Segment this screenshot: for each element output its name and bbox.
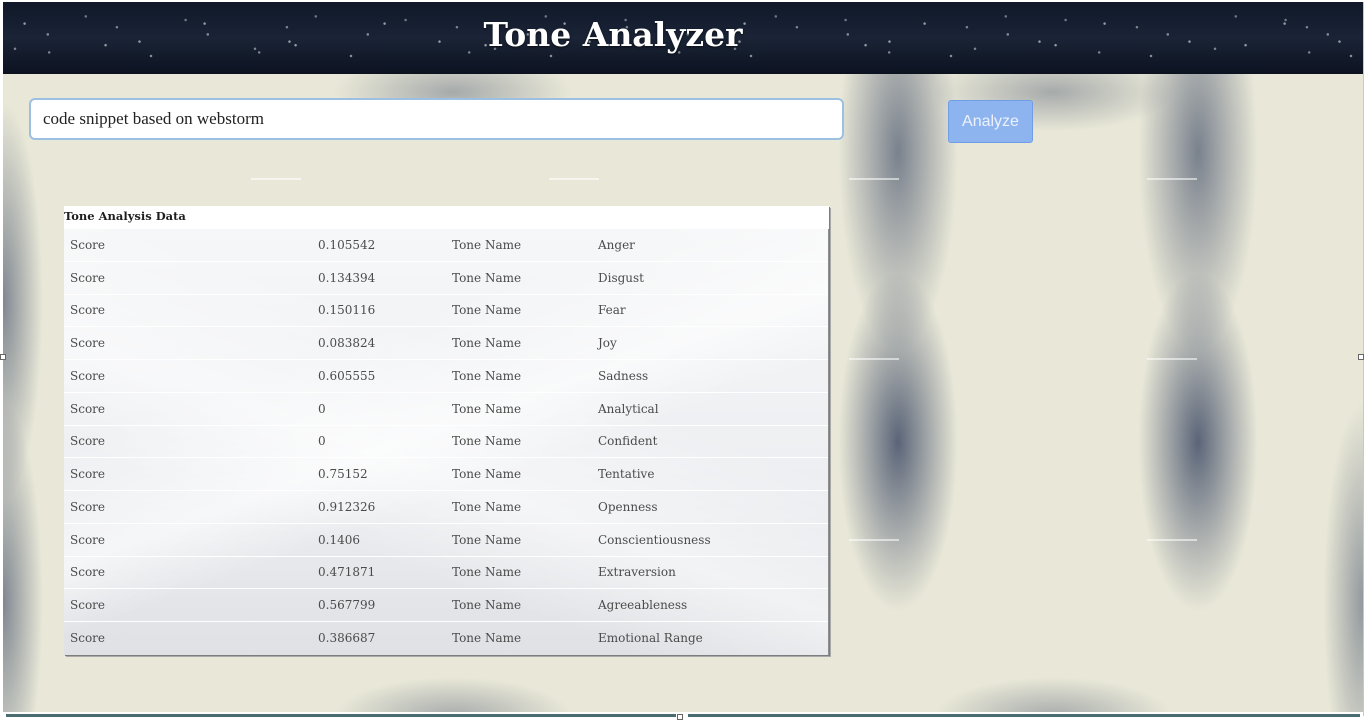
tone-name-label: Tone Name: [452, 598, 522, 613]
score-label: Score: [70, 368, 106, 383]
score-label: Score: [70, 237, 106, 252]
tone-name-value: Openness: [598, 499, 658, 514]
backdrop-divider: [1147, 358, 1197, 360]
backdrop-divider: [1147, 539, 1197, 541]
tone-name-label: Tone Name: [452, 499, 522, 514]
tone-analysis-table: Tone Analysis Data Score 0.105542 Tone N…: [64, 206, 829, 655]
backdrop-divider: [1147, 178, 1197, 180]
score-label: Score: [70, 532, 106, 547]
table-row: Score 0 Tone Name Confident: [64, 426, 828, 459]
score-label: Score: [70, 401, 106, 416]
score-value: 0.134394: [318, 270, 376, 285]
analyze-button[interactable]: Analyze: [948, 100, 1033, 143]
score-value: 0.912326: [318, 499, 376, 514]
score-value: 0.75152: [318, 467, 368, 482]
score-value: 0.1406: [318, 532, 360, 547]
tone-name-label: Tone Name: [452, 434, 522, 449]
score-label: Score: [70, 303, 106, 318]
tone-name-value: Conscientiousness: [598, 532, 711, 547]
tone-name-value: Analytical: [598, 401, 659, 416]
backdrop-divider: [849, 539, 899, 541]
score-label: Score: [70, 270, 106, 285]
score-value: 0.386687: [318, 631, 376, 646]
table-body: Score 0.105542 Tone Name Anger Score 0.1…: [64, 229, 829, 655]
table-row: Score 0.150116 Tone Name Fear: [64, 295, 828, 328]
score-value: 0.567799: [318, 598, 376, 613]
resize-handle[interactable]: [0, 354, 6, 360]
score-value: 0: [318, 434, 326, 449]
bottom-divider: [688, 714, 1360, 717]
score-value: 0: [318, 401, 326, 416]
tone-name-label: Tone Name: [452, 565, 522, 580]
score-label: Score: [70, 467, 106, 482]
tone-name-value: Joy: [598, 336, 617, 351]
score-label: Score: [70, 565, 106, 580]
text-input[interactable]: [29, 98, 844, 140]
tone-name-label: Tone Name: [452, 368, 522, 383]
page-title: Tone Analyzer: [483, 15, 743, 54]
tone-name-value: Anger: [598, 237, 635, 252]
tone-name-value: Tentative: [598, 467, 655, 482]
page-header: Tone Analyzer: [3, 2, 1363, 74]
table-caption: Tone Analysis Data: [64, 206, 829, 229]
table-row: Score 0.75152 Tone Name Tentative: [64, 458, 828, 491]
resize-handle[interactable]: [1358, 354, 1364, 360]
backdrop-divider: [251, 178, 301, 180]
table-row: Score 0.471871 Tone Name Extraversion: [64, 557, 828, 590]
backdrop-divider: [849, 178, 899, 180]
score-value: 0.105542: [318, 237, 376, 252]
tone-name-value: Extraversion: [598, 565, 676, 580]
tone-name-value: Disgust: [598, 270, 645, 285]
table-row: Score 0.912326 Tone Name Openness: [64, 491, 828, 524]
table-row: Score 0.134394 Tone Name Disgust: [64, 262, 828, 295]
table-row: Score 0.105542 Tone Name Anger: [64, 229, 828, 262]
score-value: 0.083824: [318, 336, 376, 351]
tone-name-label: Tone Name: [452, 270, 522, 285]
tone-name-label: Tone Name: [452, 401, 522, 416]
app-background: Tone Analyzer Analyze Tone Analysis Data…: [3, 2, 1364, 716]
score-label: Score: [70, 499, 106, 514]
score-label: Score: [70, 598, 106, 613]
table-row: Score 0.567799 Tone Name Agreeableness: [64, 589, 828, 622]
bottom-divider: [6, 714, 676, 717]
backdrop-divider: [549, 178, 599, 180]
tone-name-value: Sadness: [598, 368, 649, 383]
tone-name-value: Emotional Range: [598, 631, 703, 646]
score-value: 0.605555: [318, 368, 376, 383]
score-label: Score: [70, 434, 106, 449]
tone-name-label: Tone Name: [452, 631, 522, 646]
table-row: Score 0.605555 Tone Name Sadness: [64, 360, 828, 393]
score-label: Score: [70, 336, 106, 351]
tone-name-label: Tone Name: [452, 303, 522, 318]
score-label: Score: [70, 631, 106, 646]
score-value: 0.471871: [318, 565, 376, 580]
resize-handle[interactable]: [677, 714, 683, 720]
tone-name-label: Tone Name: [452, 237, 522, 252]
tone-name-label: Tone Name: [452, 336, 522, 351]
tone-name-value: Confident: [598, 434, 658, 449]
table-row: Score 0.1406 Tone Name Conscientiousness: [64, 524, 828, 557]
tone-name-label: Tone Name: [452, 467, 522, 482]
table-row: Score 0 Tone Name Analytical: [64, 393, 828, 426]
backdrop-divider: [849, 358, 899, 360]
tone-name-label: Tone Name: [452, 532, 522, 547]
tone-name-value: Agreeableness: [598, 598, 688, 613]
table-row: Score 0.083824 Tone Name Joy: [64, 327, 828, 360]
score-value: 0.150116: [318, 303, 376, 318]
tone-name-value: Fear: [598, 303, 626, 318]
table-row: Score 0.386687 Tone Name Emotional Range: [64, 622, 828, 655]
